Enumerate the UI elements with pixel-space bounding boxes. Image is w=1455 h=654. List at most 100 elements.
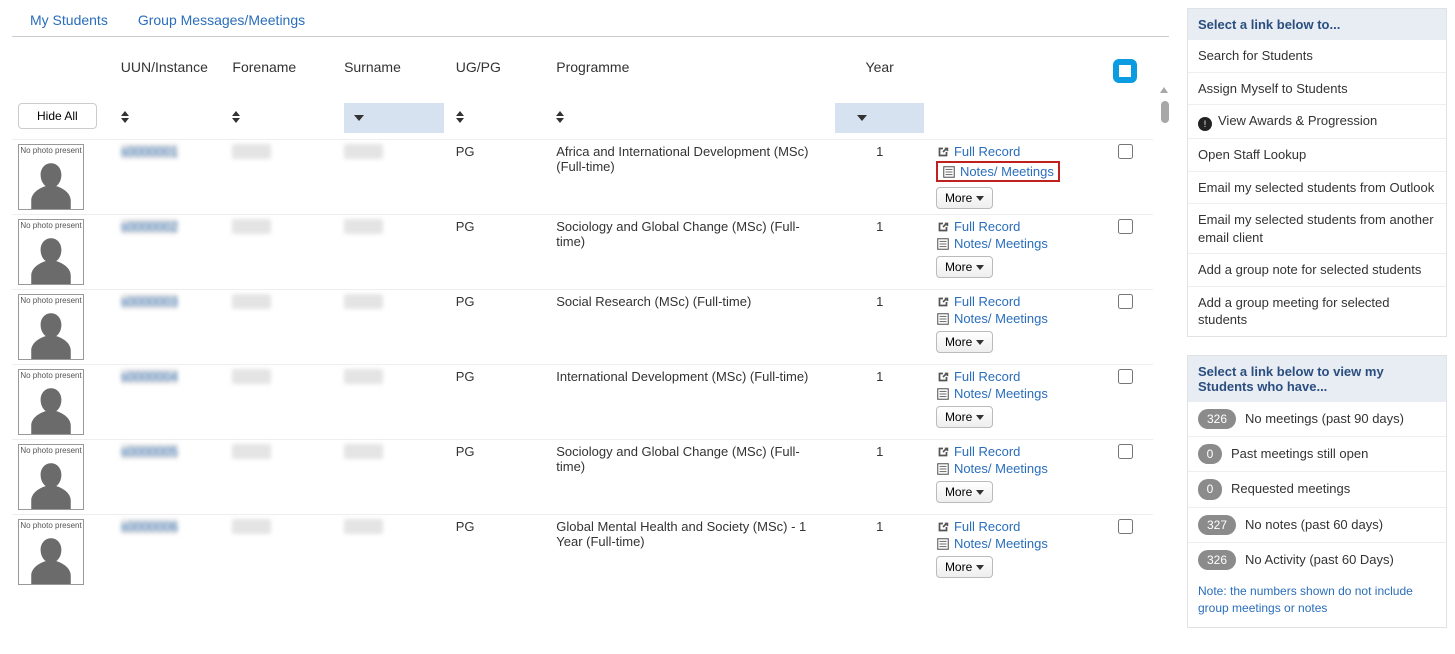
- col-year[interactable]: Year: [829, 55, 930, 97]
- action-link-item[interactable]: Email my selected students from another …: [1188, 203, 1446, 253]
- action-link-item[interactable]: Email my selected students from Outlook: [1188, 171, 1446, 204]
- action-links-title: Select a link below to...: [1188, 9, 1446, 40]
- forename-cell: xxxxxx: [232, 519, 271, 534]
- notes-icon: [936, 537, 950, 551]
- full-record-link[interactable]: Full Record: [954, 144, 1020, 159]
- ugpg-cell: PG: [450, 515, 551, 590]
- more-button[interactable]: More: [936, 556, 993, 578]
- programme-cell: Sociology and Global Change (MSc) (Full-…: [550, 215, 829, 290]
- student-photo: No photo present: [18, 369, 84, 435]
- row-checkbox[interactable]: [1118, 519, 1133, 534]
- notes-meetings-link[interactable]: Notes/ Meetings: [954, 386, 1048, 401]
- uun-link[interactable]: s0000001: [121, 144, 178, 159]
- table-scrollbar[interactable]: [1153, 97, 1169, 140]
- action-link-item[interactable]: Add a group meeting for selected student…: [1188, 286, 1446, 336]
- forename-cell: xxxxxx: [232, 444, 271, 459]
- student-photo: No photo present: [18, 294, 84, 360]
- table-row: No photo presents0000006xxxxxxxxxxxxPGGl…: [12, 515, 1169, 590]
- external-link-icon: [936, 295, 950, 309]
- sort-year[interactable]: [835, 103, 924, 133]
- action-link-item[interactable]: !View Awards & Progression: [1188, 104, 1446, 138]
- surname-cell: xxxxxx: [344, 519, 383, 534]
- row-checkbox[interactable]: [1118, 294, 1133, 309]
- tab-group-messages[interactable]: Group Messages/Meetings: [138, 12, 305, 28]
- student-photo: No photo present: [18, 444, 84, 510]
- year-cell: 1: [829, 440, 930, 515]
- programme-cell: Africa and International Development (MS…: [550, 140, 829, 215]
- count-badge: 327: [1198, 515, 1236, 535]
- table-row: No photo presents0000001xxxxxxxxxxxxPGAf…: [12, 140, 1169, 215]
- notes-icon: [936, 312, 950, 326]
- sort-uun[interactable]: [121, 103, 221, 133]
- uun-link[interactable]: s0000002: [121, 219, 178, 234]
- action-link-item[interactable]: Search for Students: [1188, 40, 1446, 72]
- table-row: No photo presents0000004xxxxxxxxxxxxPGIn…: [12, 365, 1169, 440]
- filter-links-panel: Select a link below to view my Students …: [1187, 355, 1447, 628]
- panel-note: Note: the numbers shown do not include g…: [1188, 577, 1446, 627]
- uun-link[interactable]: s0000004: [121, 369, 178, 384]
- count-badge: 0: [1198, 444, 1222, 464]
- notes-meetings-link[interactable]: Notes/ Meetings: [954, 461, 1048, 476]
- more-button[interactable]: More: [936, 256, 993, 278]
- full-record-link[interactable]: Full Record: [954, 219, 1020, 234]
- col-forename[interactable]: Forename: [226, 55, 338, 97]
- sort-forename[interactable]: [232, 103, 332, 133]
- row-checkbox[interactable]: [1118, 369, 1133, 384]
- more-button[interactable]: More: [936, 187, 993, 209]
- col-programme[interactable]: Programme: [550, 55, 829, 97]
- student-photo: No photo present: [18, 144, 84, 210]
- notes-icon: [936, 237, 950, 251]
- ugpg-cell: PG: [450, 140, 551, 215]
- filter-link-item[interactable]: 0Requested meetings: [1188, 471, 1446, 506]
- col-surname[interactable]: Surname: [338, 55, 450, 97]
- ugpg-cell: PG: [450, 365, 551, 440]
- sort-ugpg[interactable]: [456, 103, 545, 133]
- table-row: No photo presents0000003xxxxxxxxxxxxPGSo…: [12, 290, 1169, 365]
- tab-my-students[interactable]: My Students: [30, 12, 108, 28]
- row-checkbox[interactable]: [1118, 444, 1133, 459]
- filter-link-item[interactable]: 327No notes (past 60 days): [1188, 507, 1446, 542]
- row-checkbox[interactable]: [1118, 144, 1133, 159]
- student-photo: No photo present: [18, 519, 84, 585]
- main-tabs: My Students Group Messages/Meetings: [12, 8, 1169, 37]
- hide-all-button[interactable]: Hide All: [18, 103, 97, 129]
- ugpg-cell: PG: [450, 440, 551, 515]
- filter-link-item[interactable]: 326No Activity (past 60 Days): [1188, 542, 1446, 577]
- more-button[interactable]: More: [936, 331, 993, 353]
- uun-link[interactable]: s0000006: [121, 519, 178, 534]
- more-button[interactable]: More: [936, 481, 993, 503]
- notes-meetings-link[interactable]: Notes/ Meetings: [960, 164, 1054, 179]
- action-links-panel: Select a link below to... Search for Stu…: [1187, 8, 1447, 337]
- ugpg-cell: PG: [450, 215, 551, 290]
- sort-surname[interactable]: [344, 103, 444, 133]
- select-all-button[interactable]: [1113, 59, 1137, 83]
- row-checkbox[interactable]: [1118, 219, 1133, 234]
- table-row: No photo presents0000002xxxxxxxxxxxxPGSo…: [12, 215, 1169, 290]
- info-icon: !: [1198, 117, 1212, 131]
- sort-programme[interactable]: [556, 103, 823, 133]
- full-record-link[interactable]: Full Record: [954, 444, 1020, 459]
- programme-cell: International Development (MSc) (Full-ti…: [550, 365, 829, 440]
- year-cell: 1: [829, 365, 930, 440]
- action-link-item[interactable]: Open Staff Lookup: [1188, 138, 1446, 171]
- full-record-link[interactable]: Full Record: [954, 294, 1020, 309]
- uun-link[interactable]: s0000003: [121, 294, 178, 309]
- filter-link-item[interactable]: 0Past meetings still open: [1188, 436, 1446, 471]
- notes-meetings-link[interactable]: Notes/ Meetings: [954, 236, 1048, 251]
- forename-cell: xxxxxx: [232, 219, 271, 234]
- full-record-link[interactable]: Full Record: [954, 519, 1020, 534]
- forename-cell: xxxxxx: [232, 369, 271, 384]
- notes-meetings-link[interactable]: Notes/ Meetings: [954, 311, 1048, 326]
- uun-link[interactable]: s0000005: [121, 444, 178, 459]
- surname-cell: xxxxxx: [344, 444, 383, 459]
- col-uun[interactable]: UUN/Instance: [115, 55, 227, 97]
- filter-link-item[interactable]: 326No meetings (past 90 days): [1188, 402, 1446, 436]
- full-record-link[interactable]: Full Record: [954, 369, 1020, 384]
- more-button[interactable]: More: [936, 406, 993, 428]
- col-ugpg[interactable]: UG/PG: [450, 55, 551, 97]
- action-link-item[interactable]: Add a group note for selected students: [1188, 253, 1446, 286]
- action-link-item[interactable]: Assign Myself to Students: [1188, 72, 1446, 105]
- filter-links-title: Select a link below to view my Students …: [1188, 356, 1446, 402]
- programme-cell: Social Research (MSc) (Full-time): [550, 290, 829, 365]
- notes-meetings-link[interactable]: Notes/ Meetings: [954, 536, 1048, 551]
